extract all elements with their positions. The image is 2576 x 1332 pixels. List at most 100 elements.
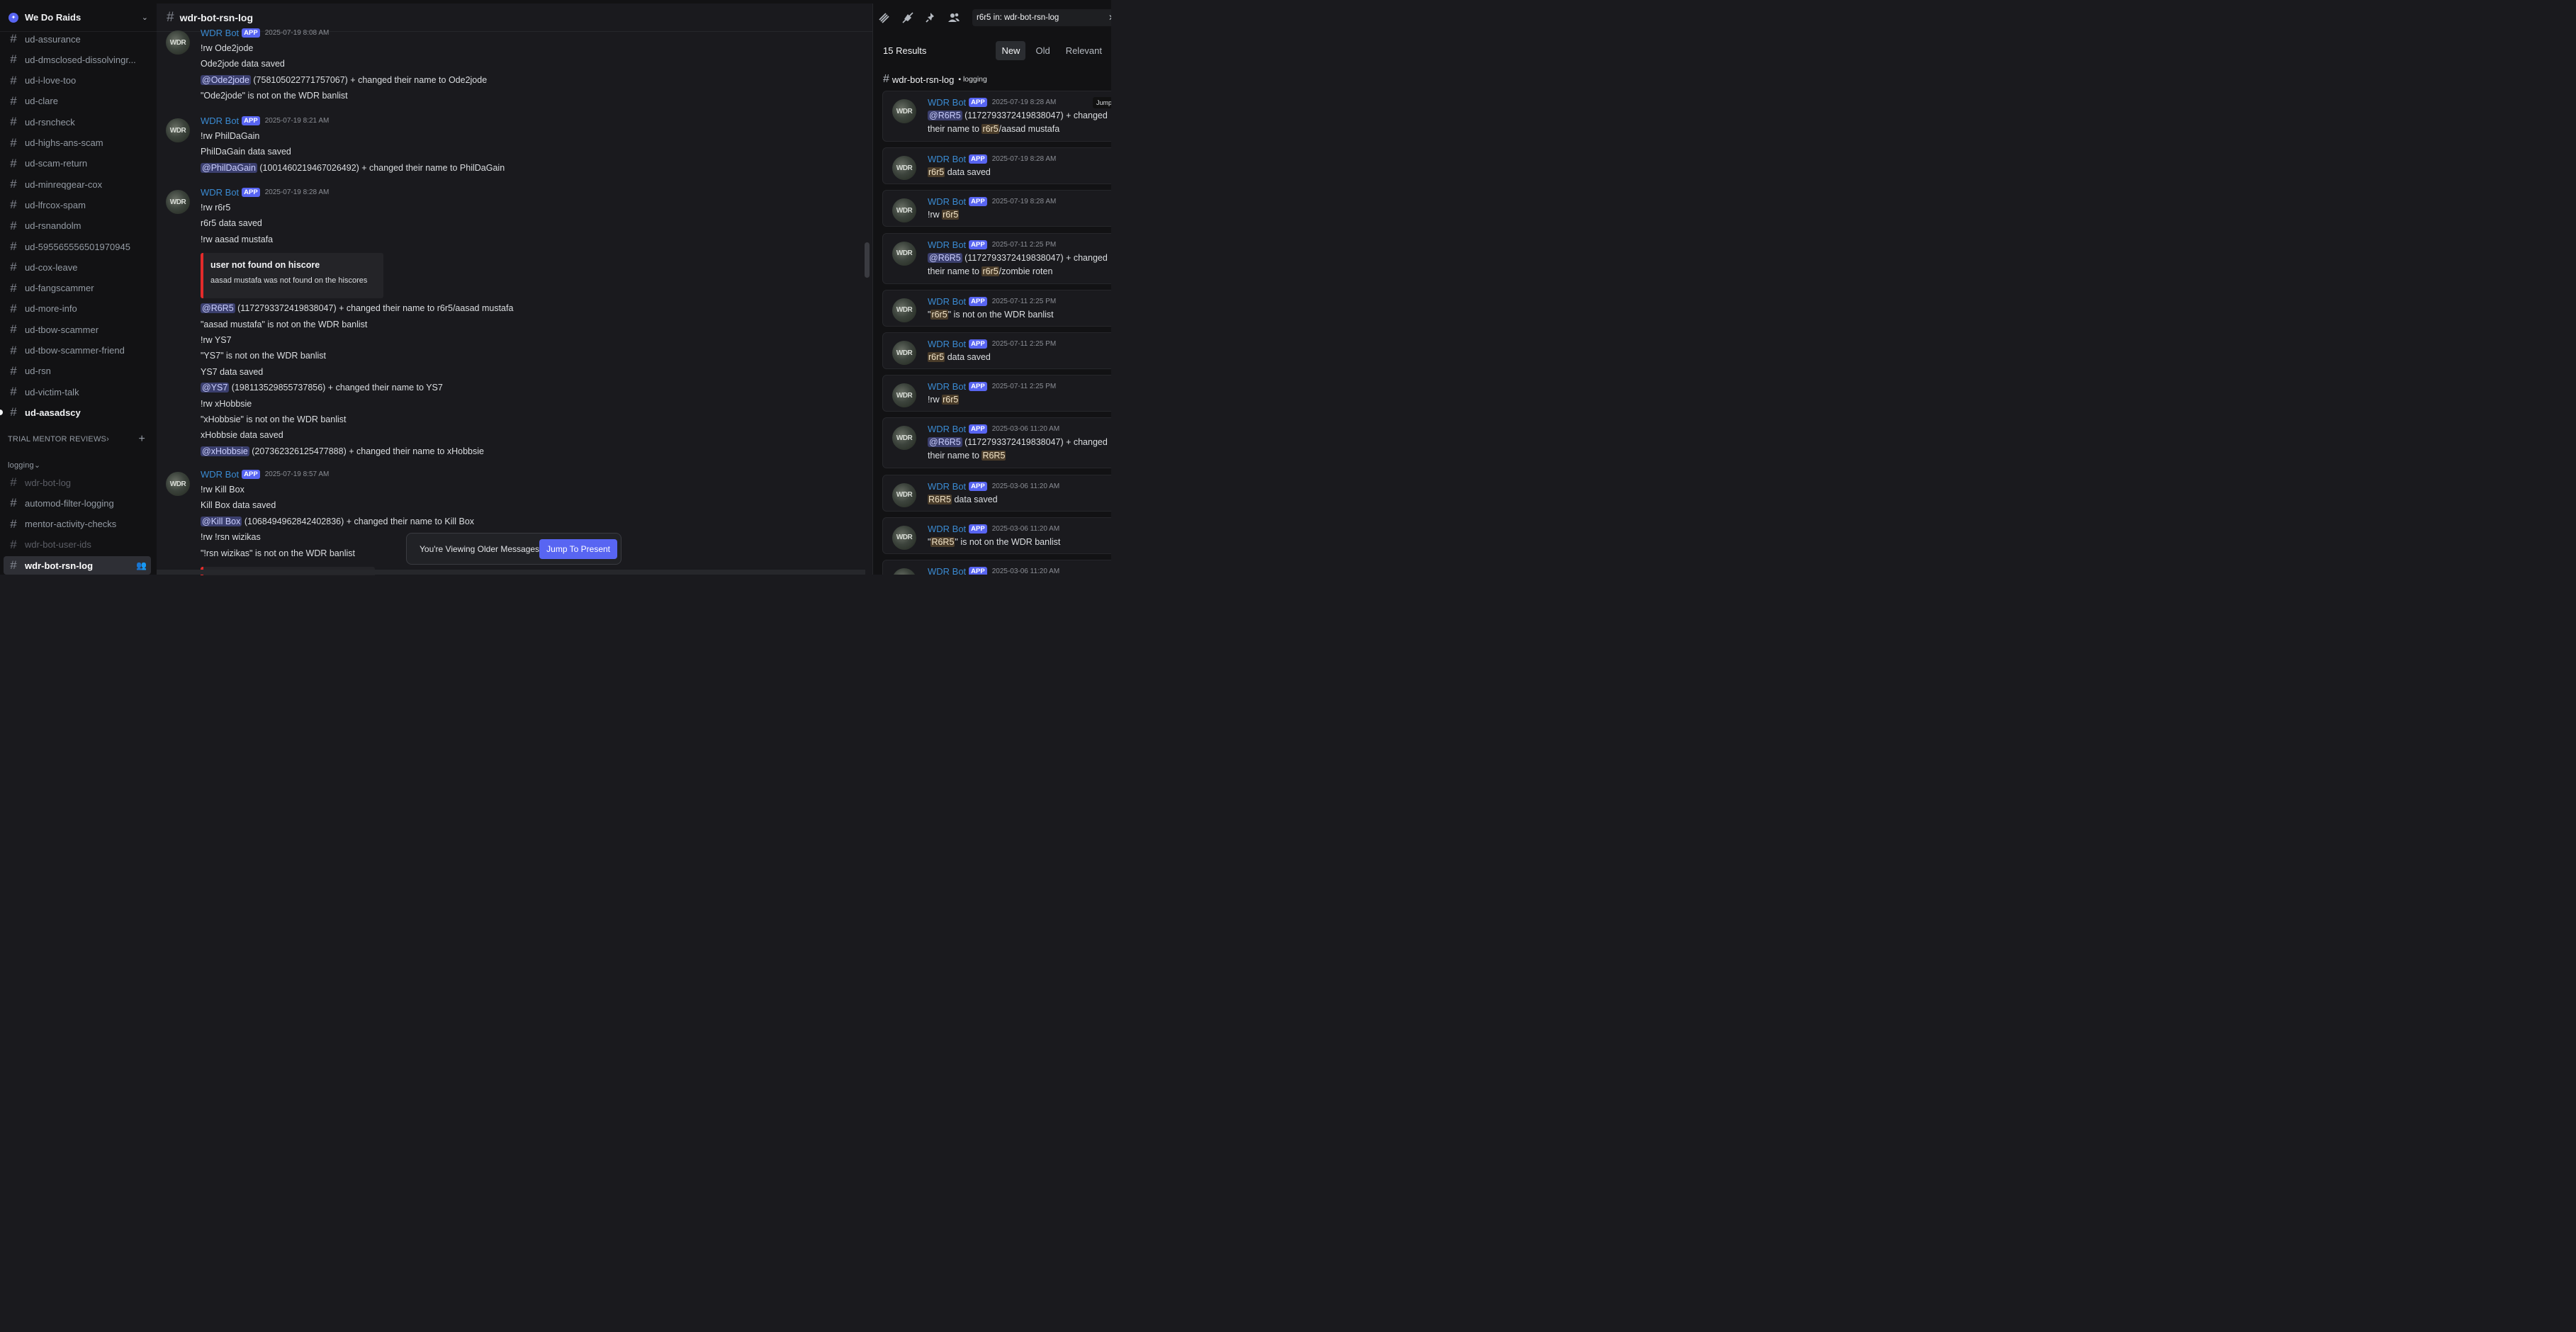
search-input[interactable]: r6r5 in: wdr-bot-rsn-log bbox=[972, 9, 1111, 26]
message-text: Kill Box data saved bbox=[201, 500, 276, 511]
author-name[interactable]: WDR Bot bbox=[928, 339, 966, 349]
timestamp: 2025-03-06 11:20 AM bbox=[991, 425, 1060, 434]
timestamp: 2025-03-06 11:20 AM bbox=[991, 568, 1060, 575]
author-name[interactable]: WDR Bot bbox=[928, 381, 966, 392]
user-mention[interactable]: @R6R5 bbox=[928, 437, 962, 448]
threads-icon[interactable] bbox=[877, 11, 890, 24]
avatar[interactable]: WDR bbox=[166, 472, 190, 496]
app-badge: APP bbox=[969, 239, 987, 249]
search-result[interactable]: WDR WDR Bot APP 2025-03-06 11:20 AM "R6R5" i… bbox=[882, 517, 1111, 554]
channel-item[interactable]: # ud-assurance bbox=[4, 30, 151, 48]
channel-item[interactable]: # wdr-bot-rsn-log 👥 bbox=[4, 556, 151, 575]
author-name[interactable]: WDR Bot bbox=[928, 524, 966, 534]
mute-icon[interactable] bbox=[901, 11, 914, 24]
jump-button[interactable]: Jump bbox=[1092, 97, 1111, 108]
author-name[interactable]: WDR Bot bbox=[201, 28, 239, 38]
channel-item[interactable]: # ud-more-info bbox=[4, 300, 151, 318]
channel-item[interactable]: # ud-scam-return bbox=[4, 154, 151, 173]
category-trial-mentor-reviews[interactable]: TRIAL MENTOR REVIEWS › + bbox=[8, 433, 150, 446]
channel-item[interactable]: # ud-victim-talk bbox=[4, 383, 151, 401]
author-name[interactable]: WDR Bot bbox=[201, 115, 239, 126]
message-header: WDR Bot APP 2025-03-06 11:20 AM bbox=[928, 481, 1059, 492]
channel-item[interactable]: # ud-i-love-too bbox=[4, 72, 151, 90]
result-group-header[interactable]: # wdr-bot-rsn-log ▪ logging bbox=[883, 73, 987, 86]
sort-tab-relevant[interactable]: Relevant bbox=[1060, 41, 1108, 60]
sort-tab-new[interactable]: New bbox=[996, 40, 1026, 60]
channel-item[interactable]: # ud-dmsclosed-dissolvingr... bbox=[4, 50, 151, 69]
channel-item[interactable]: # ud-rsn bbox=[4, 362, 151, 380]
plus-icon[interactable]: + bbox=[138, 433, 145, 446]
user-mention[interactable]: @xHobbsie bbox=[201, 446, 249, 456]
search-result[interactable]: WDR WDR Bot APP 2025-07-11 2:25 PM r6r5 data… bbox=[882, 332, 1111, 369]
user-mention[interactable]: @R6R5 bbox=[201, 303, 235, 314]
avatar[interactable]: WDR bbox=[166, 30, 190, 55]
author-name[interactable]: WDR Bot bbox=[928, 296, 966, 307]
chat-scrollbar[interactable] bbox=[865, 242, 870, 278]
message-text: !rw r6r5 bbox=[201, 203, 231, 213]
channel-item[interactable]: # ud-tbow-scammer bbox=[4, 320, 151, 339]
channel-item[interactable]: # ud-highs-ans-scam bbox=[4, 134, 151, 152]
search-result[interactable]: WDR WDR Bot APP 2025-07-19 8:28 AM r6r5 data… bbox=[882, 147, 1111, 185]
close-icon[interactable]: ✕ bbox=[1106, 11, 1111, 24]
user-mention[interactable]: @R6R5 bbox=[928, 111, 962, 120]
user-mention[interactable]: @Kill Box bbox=[201, 516, 242, 526]
author-name[interactable]: WDR Bot bbox=[928, 97, 966, 108]
channel-item[interactable]: # ud-aasadscy bbox=[4, 403, 151, 422]
pin-icon[interactable] bbox=[924, 11, 937, 24]
author-name[interactable]: WDR Bot bbox=[928, 424, 966, 434]
search-result[interactable]: WDR WDR Bot APP 2025-03-06 11:20 AM R6R5 dat… bbox=[882, 474, 1111, 512]
category-logging[interactable]: logging ⌄ bbox=[8, 461, 150, 470]
search-result[interactable]: WDR WDR Bot APP 2025-07-11 2:25 PM !rw r6r5 bbox=[882, 375, 1111, 412]
user-mention[interactable]: @PhilDaGain bbox=[201, 162, 257, 173]
channel-item[interactable]: # ud-cox-leave bbox=[4, 258, 151, 276]
search-highlight: R6R5 bbox=[928, 494, 952, 504]
avatar[interactable]: WDR bbox=[166, 118, 190, 142]
author-name[interactable]: WDR Bot bbox=[928, 239, 966, 250]
channel-item[interactable]: # ud-595565556501970945 bbox=[4, 237, 151, 256]
channel-item[interactable]: # ud-clare bbox=[4, 92, 151, 111]
jump-to-present-button[interactable]: Jump To Present bbox=[539, 538, 617, 559]
user-mention[interactable]: @YS7 bbox=[201, 383, 230, 393]
channel-item[interactable]: # ud-minreqgear-cox bbox=[4, 175, 151, 193]
search-result[interactable]: WDR WDR Bot APP 2025-07-11 2:25 PM @R6R5 (11… bbox=[882, 232, 1111, 284]
message-text: !rw !rsn wizikas bbox=[201, 532, 261, 543]
author-name[interactable]: WDR Bot bbox=[928, 154, 966, 164]
user-mention[interactable]: @Ode2jode bbox=[201, 74, 251, 85]
channel-item[interactable]: # ud-lfrcox-spam bbox=[4, 196, 151, 214]
chevron-down-icon: ⌄ bbox=[141, 13, 148, 22]
app-badge: APP bbox=[969, 481, 987, 491]
channel-item[interactable]: # mentor-activity-checks bbox=[4, 515, 151, 534]
channel-item[interactable]: # ud-rsnandolm bbox=[4, 217, 151, 235]
message-text: " is not on the WDR banlist bbox=[955, 536, 1061, 547]
search-result[interactable]: WDR WDR Bot APP 2025-07-11 2:25 PM "r6r5" is… bbox=[882, 289, 1111, 327]
search-result[interactable]: WDR WDR Bot APP 2025-07-19 8:28 AM @R6R5 (11… bbox=[882, 91, 1111, 142]
user-mention[interactable]: @R6R5 bbox=[928, 252, 962, 263]
author-name[interactable]: WDR Bot bbox=[928, 566, 966, 575]
search-highlight: r6r5 bbox=[982, 266, 999, 276]
author-name[interactable]: WDR Bot bbox=[928, 196, 966, 207]
hash-icon: # bbox=[10, 32, 17, 45]
members-icon[interactable] bbox=[947, 11, 960, 24]
hash-icon: # bbox=[10, 496, 17, 510]
channel-name: ud-scam-return bbox=[25, 158, 88, 169]
author-name[interactable]: WDR Bot bbox=[201, 469, 239, 480]
avatar: WDR bbox=[892, 426, 916, 451]
avatar[interactable]: WDR bbox=[166, 190, 190, 214]
channel-item[interactable]: # automod-filter-logging bbox=[4, 494, 151, 512]
message-text: (1068494962842402836) + changed their na… bbox=[242, 516, 475, 526]
search-result[interactable]: WDR WDR Bot APP 2025-07-19 8:28 AM !rw r6r5 bbox=[882, 190, 1111, 227]
server-header[interactable]: ✦ We Do Raids ⌄ bbox=[0, 4, 157, 32]
channel-item[interactable]: # wdr-bot-log bbox=[4, 473, 151, 492]
author-name[interactable]: WDR Bot bbox=[201, 187, 239, 198]
channel-item[interactable]: # ud-fangscammer bbox=[4, 279, 151, 298]
channel-item[interactable]: # wdr-bot-user-ids bbox=[4, 536, 151, 554]
search-result[interactable]: WDR WDR BotAPP 2025-03-06 11:20 AM bbox=[882, 560, 1111, 575]
hash-icon: # bbox=[10, 239, 17, 253]
sort-tab-old[interactable]: Old bbox=[1030, 41, 1055, 60]
author-name[interactable]: WDR Bot bbox=[928, 481, 966, 492]
search-result[interactable]: WDR WDR Bot APP 2025-03-06 11:20 AM @R6R5 (1… bbox=[882, 417, 1111, 469]
channel-item[interactable]: # ud-rsncheck bbox=[4, 113, 151, 131]
message-text: data saved bbox=[945, 167, 991, 178]
channel-item[interactable]: # ud-tbow-scammer-friend bbox=[4, 342, 151, 360]
add-member-icon[interactable]: 👥 bbox=[136, 560, 147, 570]
